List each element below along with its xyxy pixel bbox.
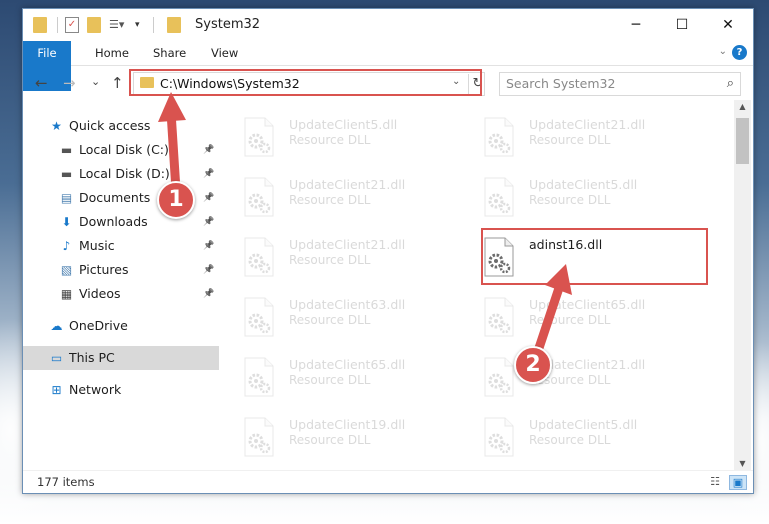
step-1-badge: 1 bbox=[157, 181, 195, 219]
arrow-1-head bbox=[158, 92, 186, 122]
arrow-1 bbox=[166, 107, 181, 195]
annotation-arrows bbox=[158, 92, 572, 365]
step-2-badge: 2 bbox=[514, 346, 552, 384]
